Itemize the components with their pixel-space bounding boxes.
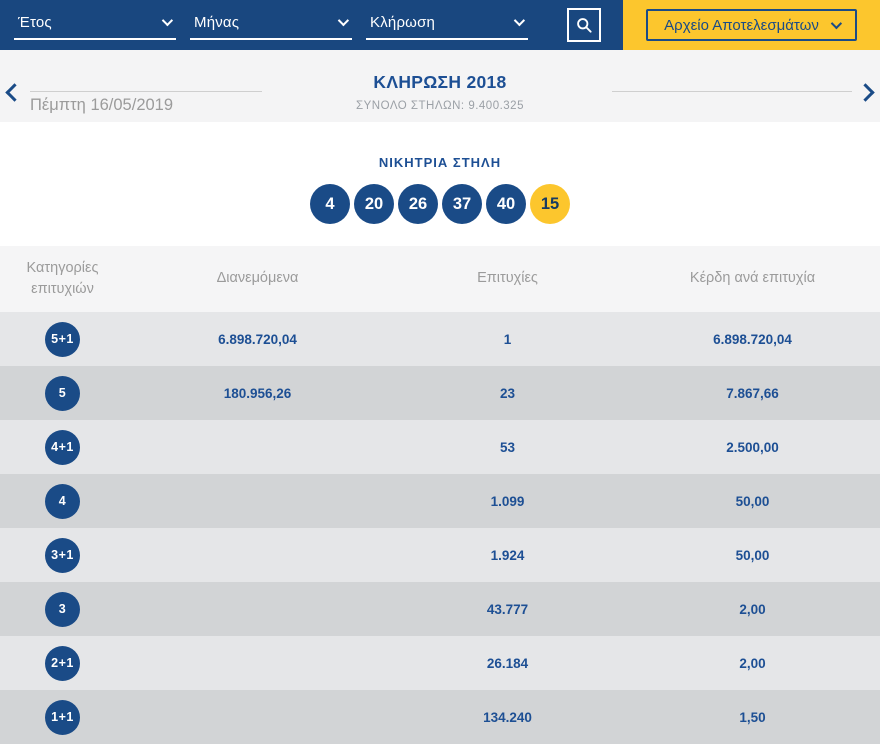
topbar: Έτος Μήνας Κλήρωση Αρχείο Αποτελεσμάτων	[0, 0, 880, 50]
draw-header: Πέμπτη 16/05/2019 ΚΛΗΡΩΣΗ 2018 ΣΥΝΟΛΟ ΣΤ…	[0, 50, 880, 122]
draw-dropdown[interactable]: Κλήρωση	[366, 10, 528, 40]
archive-area: Αρχείο Αποτελεσμάτων	[623, 0, 880, 50]
draw-title: ΚΛΗΡΩΣΗ 2018	[0, 72, 880, 93]
winning-number: 40	[486, 184, 526, 224]
wins-value: 26.184	[390, 656, 625, 671]
table-row: 2+1 26.184 2,00	[0, 636, 880, 690]
table-row: 3 43.777 2,00	[0, 582, 880, 636]
month-dropdown-label: Μήνας	[194, 14, 239, 31]
chevron-down-icon	[514, 15, 525, 26]
category-badge: 5	[45, 376, 80, 411]
wins-value: 134.240	[390, 710, 625, 725]
chevron-down-icon	[338, 15, 349, 26]
winning-number: 20	[354, 184, 394, 224]
winning-number: 4	[310, 184, 350, 224]
table-row: 4 1.099 50,00	[0, 474, 880, 528]
column-header-distributed: Διανεμόμενα	[125, 268, 390, 289]
table-header-row: Κατηγορίες επιτυχιών Διανεμόμενα Επιτυχί…	[0, 246, 880, 312]
table-row: 4+1 53 2.500,00	[0, 420, 880, 474]
draw-title-group: ΚΛΗΡΩΣΗ 2018 ΣΥΝΟΛΟ ΣΤΗΛΩΝ: 9.400.325	[0, 72, 880, 112]
winning-number: 37	[442, 184, 482, 224]
draw-subtitle: ΣΥΝΟΛΟ ΣΤΗΛΩΝ: 9.400.325	[0, 100, 880, 112]
per-win-value: 50,00	[625, 494, 880, 509]
archive-results-label: Αρχείο Αποτελεσμάτων	[664, 17, 819, 34]
wins-value: 1.924	[390, 548, 625, 563]
table-row: 1+1 134.240 1,50	[0, 690, 880, 744]
wins-value: 1	[390, 332, 625, 347]
per-win-value: 1,50	[625, 710, 880, 725]
archive-results-button[interactable]: Αρχείο Αποτελεσμάτων	[646, 9, 857, 41]
search-button[interactable]	[567, 8, 601, 42]
category-badge: 4	[45, 484, 80, 519]
year-dropdown[interactable]: Έτος	[14, 10, 176, 40]
distributed-value: 180.956,26	[125, 386, 390, 401]
lottery-results-page: Έτος Μήνας Κλήρωση Αρχείο Αποτελεσμάτων	[0, 0, 880, 744]
results-table: Κατηγορίες επιτυχιών Διανεμόμενα Επιτυχί…	[0, 246, 880, 744]
month-dropdown[interactable]: Μήνας	[190, 10, 352, 40]
winning-numbers: 4 20 26 37 40 15	[0, 184, 880, 224]
distributed-value: 6.898.720,04	[125, 332, 390, 347]
category-badge: 3+1	[45, 538, 80, 573]
column-header-per-win: Κέρδη ανά επιτυχία	[625, 268, 880, 289]
category-badge: 4+1	[45, 430, 80, 465]
winning-number: 26	[398, 184, 438, 224]
draw-dropdown-label: Κλήρωση	[370, 14, 435, 31]
category-badge: 2+1	[45, 646, 80, 681]
table-row: 5+1 6.898.720,04 1 6.898.720,04	[0, 312, 880, 366]
chevron-down-icon	[831, 18, 842, 29]
per-win-value: 2.500,00	[625, 440, 880, 455]
filters-bar: Έτος Μήνας Κλήρωση	[0, 0, 623, 50]
wins-value: 43.777	[390, 602, 625, 617]
per-win-value: 7.867,66	[625, 386, 880, 401]
search-icon	[574, 15, 594, 35]
table-row: 3+1 1.924 50,00	[0, 528, 880, 582]
winning-bonus-number: 15	[530, 184, 570, 224]
chevron-down-icon	[162, 15, 173, 26]
category-badge: 3	[45, 592, 80, 627]
per-win-value: 50,00	[625, 548, 880, 563]
category-badge: 5+1	[45, 322, 80, 357]
year-dropdown-label: Έτος	[18, 14, 52, 31]
column-header-categories: Κατηγορίες επιτυχιών	[13, 258, 113, 300]
winning-column-section: ΝΙΚΗΤΡΙΑ ΣΤΗΛΗ 4 20 26 37 40 15	[0, 122, 880, 246]
wins-value: 23	[390, 386, 625, 401]
per-win-value: 2,00	[625, 656, 880, 671]
category-badge: 1+1	[45, 700, 80, 735]
winning-column-title: ΝΙΚΗΤΡΙΑ ΣΤΗΛΗ	[0, 122, 880, 170]
table-row: 5 180.956,26 23 7.867,66	[0, 366, 880, 420]
wins-value: 1.099	[390, 494, 625, 509]
wins-value: 53	[390, 440, 625, 455]
per-win-value: 2,00	[625, 602, 880, 617]
column-header-wins: Επιτυχίες	[390, 268, 625, 289]
right-divider-line	[612, 91, 852, 92]
per-win-value: 6.898.720,04	[625, 332, 880, 347]
